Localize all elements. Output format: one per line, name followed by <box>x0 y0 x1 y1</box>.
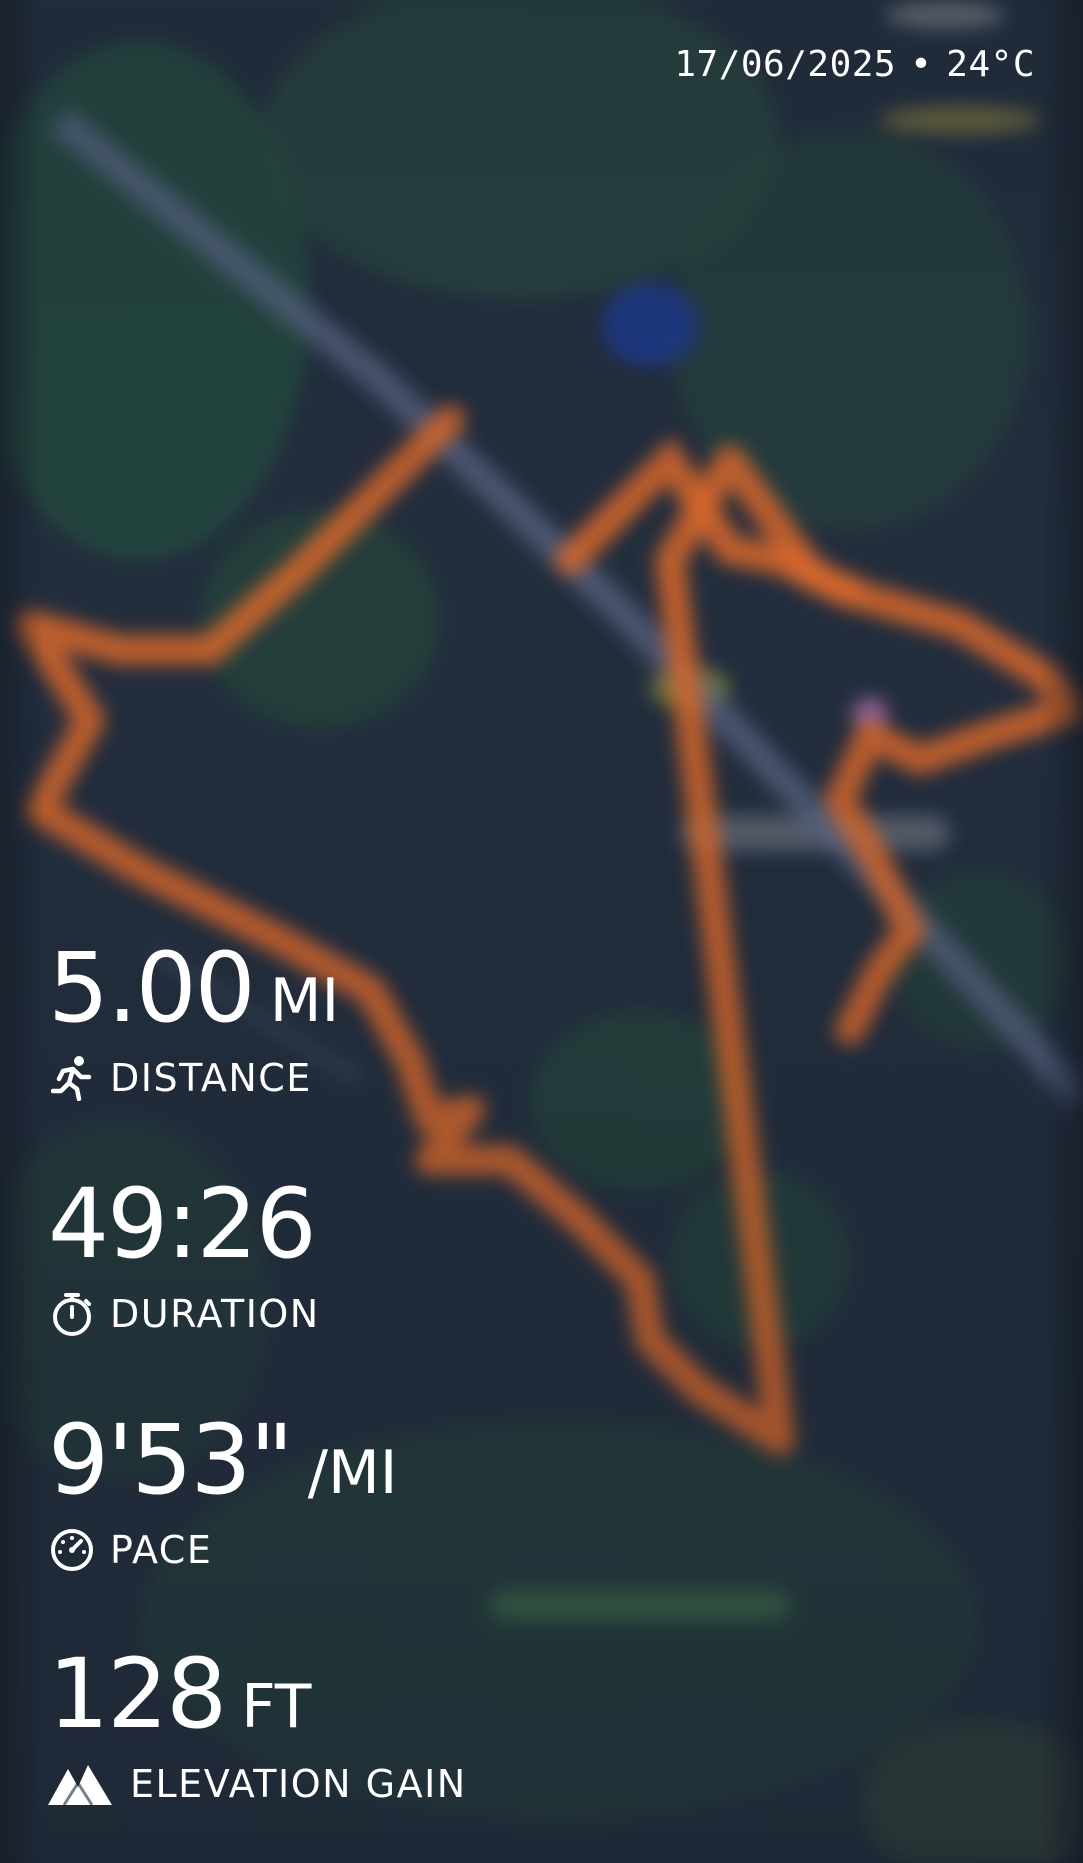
duration-label-row: DURATION <box>48 1290 320 1338</box>
duration-value-row: 49:26 <box>48 1176 320 1272</box>
separator-dot: • <box>910 44 933 85</box>
elevation-unit: FT <box>241 1672 312 1742</box>
distance-value: 5.00 <box>48 932 256 1044</box>
stopwatch-icon <box>48 1290 96 1338</box>
elevation-label: ELEVATION GAIN <box>130 1762 467 1806</box>
elevation-label-row: ELEVATION GAIN <box>48 1760 467 1808</box>
mountain-icon <box>48 1760 112 1808</box>
distance-label: DISTANCE <box>110 1056 312 1100</box>
distance-label-row: DISTANCE <box>48 1054 339 1102</box>
duration-stat: 49:26 DURATION <box>48 1176 320 1338</box>
duration-label: DURATION <box>110 1292 320 1336</box>
distance-value-row: 5.00 MI <box>48 940 339 1036</box>
activity-date: 17/06/2025 <box>674 44 897 85</box>
distance-stat: 5.00 MI DISTANCE <box>48 940 339 1102</box>
pace-value-row: 9'53" /MI <box>48 1412 397 1508</box>
date-weather: 17/06/2025 • 24°C <box>674 44 1035 85</box>
distance-unit: MI <box>269 966 340 1036</box>
elevation-value: 128 <box>48 1638 227 1750</box>
runner-icon <box>48 1054 96 1102</box>
activity-summary-screen: 17/06/2025 • 24°C 5.00 MI DISTANCE 49:26 <box>0 0 1083 1863</box>
elevation-value-row: 128 FT <box>48 1646 467 1742</box>
speedometer-icon <box>48 1526 96 1574</box>
pace-label-row: PACE <box>48 1526 397 1574</box>
pace-value: 9'53" <box>48 1404 294 1516</box>
pace-stat: 9'53" /MI PACE <box>48 1412 397 1574</box>
duration-value: 49:26 <box>48 1168 317 1280</box>
temperature: 24°C <box>946 44 1035 85</box>
pace-label: PACE <box>110 1528 213 1572</box>
pace-unit: /MI <box>307 1438 398 1508</box>
elevation-stat: 128 FT ELEVATION GAIN <box>48 1646 467 1808</box>
